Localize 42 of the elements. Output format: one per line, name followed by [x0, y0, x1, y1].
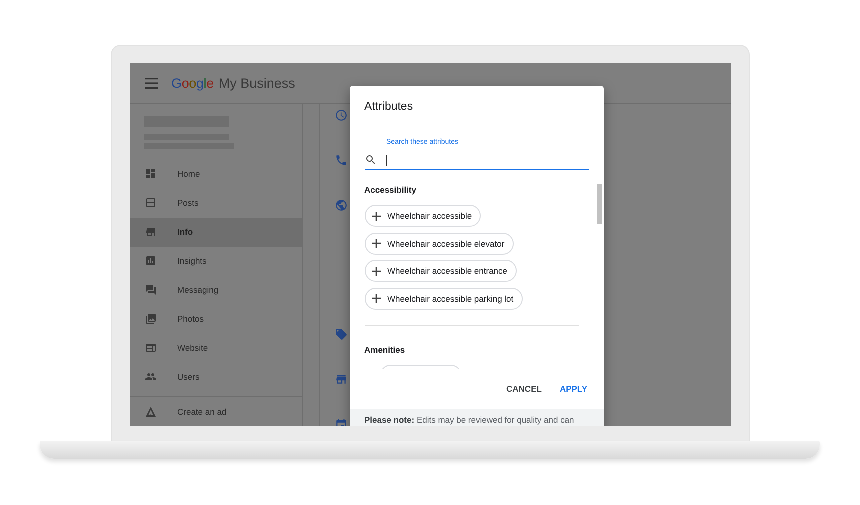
apply-button[interactable]: APPLY [558, 380, 590, 398]
sidebar-item[interactable]: Info [130, 218, 302, 247]
people-icon [144, 370, 156, 383]
clock-icon [334, 109, 348, 122]
plus-icon [370, 266, 382, 276]
section-heading: Amenities [364, 344, 406, 356]
dialog-title: Attributes [364, 100, 414, 115]
browser-window-icon [144, 342, 156, 354]
attribute-chip[interactable]: Wheelchair accessible elevator [364, 232, 514, 254]
dashboard-icon [144, 168, 156, 180]
posts-icon [144, 197, 156, 210]
bar-chart-icon [144, 255, 156, 268]
storefront-icon [144, 226, 156, 238]
photos-icon [144, 312, 156, 325]
logo-wordmark: Google [172, 76, 214, 90]
sidebar-item[interactable]: Insights [130, 246, 302, 276]
attribute-chip[interactable]: Wheelchair accessible [364, 205, 482, 227]
menu-icon[interactable] [144, 78, 158, 88]
note-text: Please note: Edits may be reviewed for quality and can [364, 415, 574, 425]
sidebar-item[interactable]: Photos [130, 304, 302, 334]
plus-icon [370, 210, 382, 222]
tag-icon [334, 328, 348, 341]
globe-icon [334, 199, 348, 212]
attribute-chip[interactable]: Wheelchair accessible entrance [364, 260, 517, 282]
product-name: My Business [218, 76, 296, 90]
scrollbar-thumb[interactable] [596, 184, 602, 224]
chat-bubbles-icon [144, 284, 156, 296]
section-heading: Accessibility [364, 184, 418, 197]
sidebar-item[interactable]: Website [130, 333, 302, 362]
search-icon [364, 154, 376, 166]
sidebar-item[interactable]: Posts [130, 188, 302, 218]
phone-icon [334, 154, 348, 167]
sidebar-item[interactable]: Messaging [130, 276, 302, 304]
plus-icon [370, 293, 382, 304]
triangle-icon [144, 406, 156, 418]
storefront-icon [334, 373, 348, 386]
cancel-button[interactable]: CANCEL [504, 380, 544, 398]
sidebar-item[interactable]: Users [130, 362, 302, 392]
sidebar-item[interactable]: Home [130, 160, 302, 189]
plus-icon [370, 238, 382, 249]
attribute-chip[interactable]: Wheelchair accessible parking lot [364, 288, 523, 310]
sidebar-item[interactable]: Create an ad [130, 397, 302, 426]
